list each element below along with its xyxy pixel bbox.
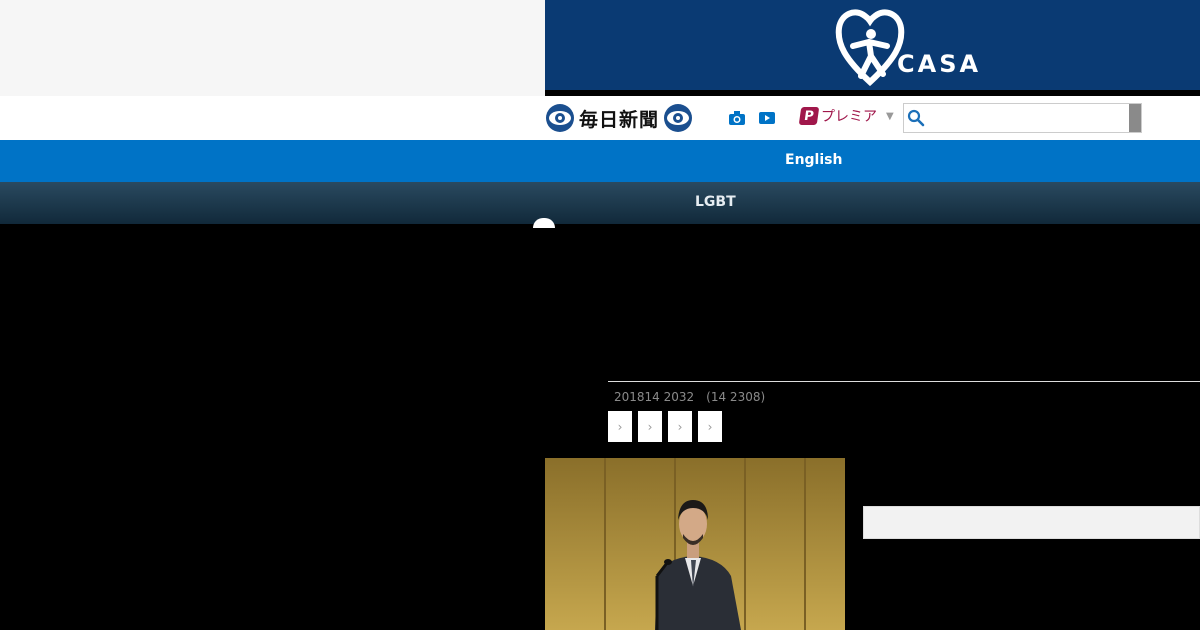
premier-label: プレミア [821,109,877,125]
article-photo[interactable] [545,458,845,630]
share-button[interactable]: › [668,411,692,442]
casa-ad-banner[interactable]: CASA [545,0,1200,90]
search-submit-button[interactable] [1129,104,1141,132]
chevron-right-icon: › [707,419,713,434]
casa-brand-text: CASA [897,50,982,78]
chevron-right-icon: › [677,419,683,434]
casa-heart-logo-icon [835,9,905,86]
english-nav-bar: English [0,140,1200,182]
media-icons [728,110,776,126]
chevron-right-icon: › [617,419,623,434]
mainichi-logo[interactable]: 毎日新聞 [545,102,693,134]
camera-icon[interactable] [728,110,746,126]
english-link[interactable]: English [785,152,842,168]
share-button[interactable]: › [608,411,632,442]
headline-divider [608,381,1200,382]
category-nav-bar: LGBT [0,182,1200,224]
search-box [903,103,1142,133]
caret-down-icon: ▼ [886,110,894,122]
share-button[interactable]: › [698,411,722,442]
mainichi-eye-right-icon [664,104,693,132]
premier-badge-icon: P [798,107,820,125]
top-left-blank [0,0,545,96]
chevron-right-icon: › [647,419,653,434]
article-dateline: 201814 2032 (14 2308) [614,390,766,404]
category-lgbt-link[interactable]: LGBT [695,194,736,210]
share-buttons: › › › › [608,411,722,442]
search-input[interactable] [928,106,1128,130]
mainichi-eye-left-icon [546,104,574,132]
video-play-icon[interactable] [758,110,776,126]
speaker-at-podium-image [545,458,845,630]
premier-menu[interactable]: P プレミア ▼ [798,106,894,126]
search-icon[interactable] [907,109,925,127]
mainichi-logo-text: 毎日新聞 [579,108,660,131]
site-header: 毎日新聞 P プレミア ▼ [0,96,1200,140]
ad-placeholder-box [863,506,1200,539]
share-button[interactable]: › [638,411,662,442]
